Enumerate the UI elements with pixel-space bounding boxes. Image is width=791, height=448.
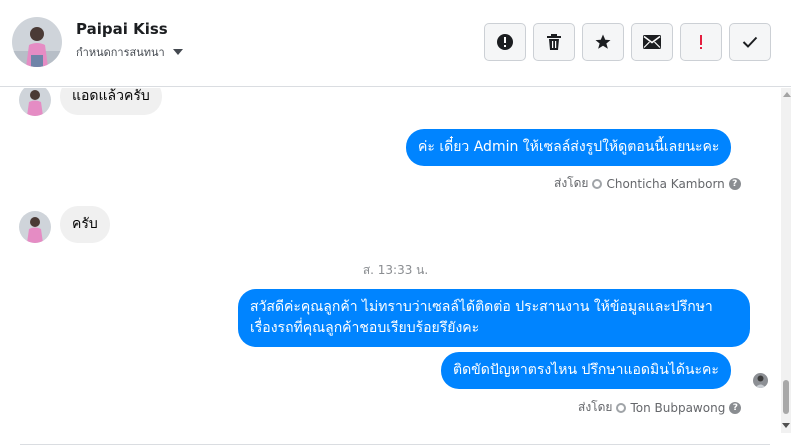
- exclamation-icon: [700, 35, 702, 49]
- mark-spam-button[interactable]: [680, 23, 722, 61]
- header-actions: [484, 23, 771, 61]
- label-dropdown-text: กำหนดการสนทนา: [76, 46, 165, 59]
- conversation-label-dropdown[interactable]: กำหนดการสนทนา: [76, 43, 183, 61]
- message-bubble-incoming[interactable]: ครับ: [60, 206, 110, 243]
- star-icon: [595, 34, 611, 49]
- sender-name[interactable]: Chonticha Kamborn: [606, 177, 724, 191]
- avatar[interactable]: [12, 17, 62, 67]
- delete-button[interactable]: [533, 23, 575, 61]
- message-timestamp: ส. 13:33 น.: [362, 263, 429, 277]
- message-bubble-incoming[interactable]: แอดแล้วครับ: [60, 88, 162, 115]
- help-icon[interactable]: ?: [728, 177, 741, 190]
- check-icon: [742, 36, 758, 48]
- star-button[interactable]: [582, 23, 624, 61]
- scrollbar-thumb[interactable]: [783, 380, 789, 414]
- trash-icon: [547, 34, 561, 50]
- gear-icon: [616, 402, 627, 413]
- sent-by-info: ส่งโดย Chonticha Kamborn ?: [554, 174, 741, 193]
- contact-avatar[interactable]: [19, 211, 51, 243]
- report-button[interactable]: [484, 23, 526, 61]
- scroll-down-arrow-icon[interactable]: [782, 423, 790, 428]
- sent-by-prefix: ส่งโดย: [578, 400, 613, 414]
- message-thread: แอดแล้วครับ ค่ะ เดี๋ยว Admin ให้เซลล์ส่ง…: [0, 88, 791, 448]
- sent-by-info: ส่งโดย Ton Bubpawong ?: [578, 398, 742, 417]
- contact-name[interactable]: Paipai Kiss: [76, 20, 168, 38]
- help-icon[interactable]: ?: [729, 401, 742, 414]
- sent-by-prefix: ส่งโดย: [554, 176, 589, 190]
- mark-unread-button[interactable]: [631, 23, 673, 61]
- contact-avatar[interactable]: [19, 88, 51, 116]
- seen-avatar: [753, 373, 768, 388]
- scroll-up-arrow-icon[interactable]: [783, 92, 791, 97]
- conversation-header: Paipai Kiss กำหนดการสนทนา: [0, 0, 791, 87]
- envelope-icon: [643, 35, 661, 49]
- message-bubble-outgoing[interactable]: ติดขัดปัญหาตรงไหน ปรึกษาแอดมินได้นะคะ: [441, 352, 731, 389]
- gear-icon: [592, 178, 603, 189]
- caret-down-icon: [172, 49, 183, 55]
- composer-divider: [20, 444, 770, 445]
- mark-done-button[interactable]: [729, 23, 771, 61]
- message-bubble-outgoing[interactable]: สวัสดีค่ะคุณลูกค้า ไม่ทราบว่าเซลล์ได้ติด…: [238, 289, 750, 347]
- message-bubble-outgoing[interactable]: ค่ะ เดี๋ยว Admin ให้เซลล์ส่งรูปให้ดูตอนน…: [406, 129, 732, 166]
- report-icon: [497, 34, 513, 50]
- sender-name[interactable]: Ton Bubpawong: [630, 401, 725, 415]
